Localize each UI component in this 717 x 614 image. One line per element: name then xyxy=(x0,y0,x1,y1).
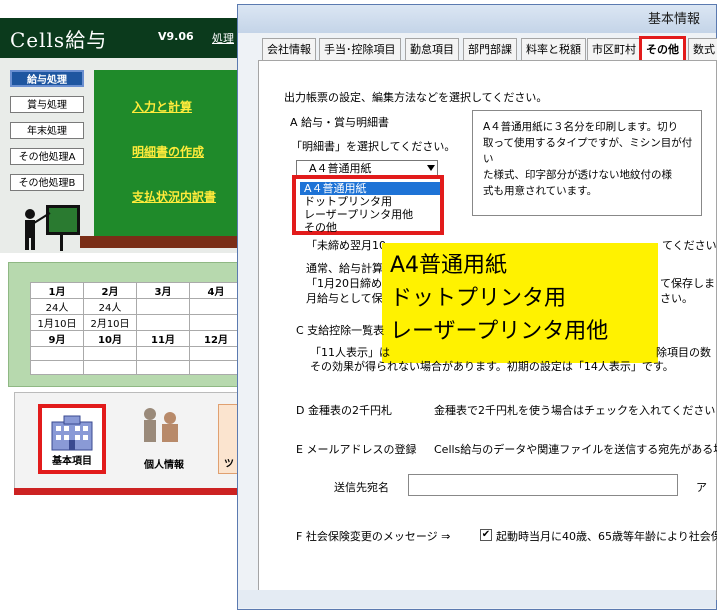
people-icon xyxy=(144,408,178,442)
section-b-text: 「1月20日締め1 xyxy=(306,277,389,290)
grid-cell xyxy=(136,298,190,315)
grid-cell[interactable]: 4月 xyxy=(189,282,243,299)
grid-cell xyxy=(136,314,190,331)
paper-dropdown-list: A４普通用紙 ドットプリンタ用 レーザープリンタ用他 その他 xyxy=(292,175,444,235)
grid-cell xyxy=(189,346,243,361)
side-menu-bonus[interactable]: 賞与処理 xyxy=(10,96,84,113)
side-menu-salary[interactable]: 給与処理 xyxy=(10,70,84,87)
section-a-prompt: 「明細書」を選択してください。 xyxy=(291,140,456,153)
personal-info-button[interactable]: 個人情報 xyxy=(130,404,198,474)
selected-value: A４普通用紙 xyxy=(309,162,372,175)
decorative-bar xyxy=(80,236,240,248)
grid-cell xyxy=(136,346,190,361)
mail-label: 送信先宛名 xyxy=(334,481,389,494)
paper-description-box: A４普通用紙に３名分を印刷します。切り 取って使用するタイプですが、ミシン目が付… xyxy=(472,110,702,216)
grid-cell[interactable]: 12月 xyxy=(189,330,243,347)
dropdown-option[interactable]: レーザープリンタ用他 xyxy=(304,208,413,221)
dropdown-option[interactable]: A４普通用紙 xyxy=(300,182,440,195)
grid-cell xyxy=(136,360,190,375)
mail-suffix: ア xyxy=(696,481,707,494)
dropdown-option[interactable]: ドットプリンタ用 xyxy=(304,195,392,208)
grid-cell xyxy=(83,346,137,361)
grid-cell[interactable]: 10月 xyxy=(83,330,137,347)
section-b-text: てください xyxy=(662,239,717,252)
green-menu-panel: 入力と計算 明細書の作成 支払状況内訳書 xyxy=(94,70,240,238)
section-f-check-label: 起動時当月に40歳、65歳等年齢により社会保 xyxy=(496,530,717,543)
building-icon xyxy=(51,415,93,451)
section-b-text: さい。 xyxy=(660,292,693,305)
section-c-title: C 支給控除一覧表 xyxy=(296,324,385,337)
section-b-text: 通常、給与計算 xyxy=(306,262,383,275)
mail-recipient-input[interactable] xyxy=(408,474,678,496)
section-b-text: て保存しま xyxy=(660,277,715,290)
grid-cell: 24人 xyxy=(30,298,84,315)
grid-cell: 2月10日 xyxy=(83,314,137,331)
side-menu-other-a[interactable]: その他処理A xyxy=(10,148,84,165)
dropdown-option[interactable]: その他 xyxy=(304,221,337,234)
tab-allowance-deduction[interactable]: 手当･控除項目 xyxy=(319,38,401,60)
description-line: A４普通用紙に３名分を印刷します。切り xyxy=(483,121,679,133)
side-menu-other-b[interactable]: その他処理B xyxy=(10,174,84,191)
description-line: た様式、印字部分が透けない地紋付の様 xyxy=(483,169,672,181)
basic-items-button[interactable]: 基本項目 xyxy=(38,404,106,474)
section-b-text: 「未締め翌月10 xyxy=(306,239,386,252)
grid-cell xyxy=(189,360,243,375)
app-title: Cells給与 xyxy=(10,28,108,52)
grid-cell[interactable]: 1月 xyxy=(30,282,84,299)
grid-cell[interactable]: 3月 xyxy=(136,282,190,299)
social-insurance-checkbox[interactable]: ✔ xyxy=(480,529,492,541)
grid-cell xyxy=(30,360,84,375)
month-grid: 1月 2月 3月 4月 24人 24人 1月10日 2月10日 9月 10月 1… xyxy=(30,282,243,375)
grid-cell[interactable]: 9月 xyxy=(30,330,84,347)
tab-municipality[interactable]: 市区町村 xyxy=(587,38,641,60)
grid-cell xyxy=(83,360,137,375)
chevron-down-icon[interactable] xyxy=(427,165,435,171)
section-d-text: 金種表で2千円札を使う場合はチェックを入れてください ⇒ xyxy=(434,404,717,417)
callout-line: A4普通用紙 xyxy=(390,253,508,278)
basic-items-label: 基本項目 xyxy=(52,456,92,467)
tab-departments[interactable]: 部門部課 xyxy=(463,38,517,60)
dialog-footer xyxy=(238,590,716,608)
tab-company-info[interactable]: 会社情報 xyxy=(262,38,316,60)
dropdown-callout: A4普通用紙 ドットプリンタ用 レーザープリンタ用他 xyxy=(382,243,658,363)
section-d-title: D 金種表の2千円札 xyxy=(296,404,392,417)
link-payslip[interactable]: 明細書の作成 xyxy=(132,143,204,160)
side-menu-year-end[interactable]: 年末処理 xyxy=(10,122,84,139)
description-line: 取って使用するタイプですが、ミシン目が付い xyxy=(483,137,693,165)
dialog-title-bar xyxy=(238,5,716,33)
intro-text: 出力帳票の設定、編集方法などを選択してください。 xyxy=(284,91,548,104)
app-title-bar: Cells給与 V9.06 処理 xyxy=(0,18,240,58)
tab-rates-tax[interactable]: 料率と税額 xyxy=(521,38,586,60)
app-version: V9.06 xyxy=(158,30,194,43)
grid-cell[interactable]: 11月 xyxy=(136,330,190,347)
callout-line: ドットプリンタ用 xyxy=(390,286,567,311)
grid-cell xyxy=(30,346,84,361)
section-e-title: E メールアドレスの登録 xyxy=(296,443,417,456)
section-e-text: Cells給与のデータや関連ファイルを送信する宛先がある場合は xyxy=(434,443,717,456)
link-input-calc[interactable]: 入力と計算 xyxy=(132,98,192,115)
processing-menu[interactable]: 処理 xyxy=(212,30,234,46)
link-payment-breakdown[interactable]: 支払状況内訳書 xyxy=(132,188,216,205)
description-line: 式も用意されています。 xyxy=(483,185,598,197)
presenter-icon xyxy=(25,205,80,251)
section-b-text: 月給与として保存 xyxy=(306,292,394,305)
tools-label: ツ xyxy=(224,459,234,470)
callout-line: レーザープリンタ用他 xyxy=(390,319,609,344)
grid-cell: 1月10日 xyxy=(30,314,84,331)
personal-info-label: 個人情報 xyxy=(144,460,184,471)
dialog-title: 基本情報 xyxy=(648,12,701,27)
section-c-text: その効果が得られない場合があります。初期の設定は「14人表示」です。 xyxy=(310,360,674,373)
decorative-bar xyxy=(14,488,240,495)
grid-cell xyxy=(189,314,243,331)
tab-formula[interactable]: 数式 xyxy=(688,38,717,60)
tab-attendance[interactable]: 勤怠項目 xyxy=(405,38,459,60)
grid-cell xyxy=(189,298,243,315)
grid-cell[interactable]: 2月 xyxy=(83,282,137,299)
section-f-title: F 社会保険変更のメッセージ ⇒ xyxy=(296,530,451,543)
grid-cell: 24人 xyxy=(83,298,137,315)
section-a-title: A 給与・賞与明細書 xyxy=(290,116,390,129)
